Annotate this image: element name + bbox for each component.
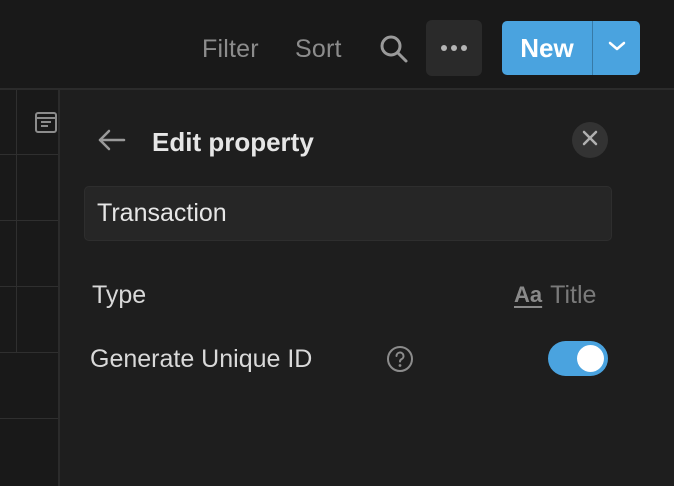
type-value: Title — [550, 280, 597, 309]
new-button[interactable]: New — [502, 21, 592, 75]
grid-row-line — [0, 418, 60, 419]
toggle-knob — [577, 345, 604, 372]
unique-id-toggle[interactable] — [548, 341, 608, 376]
panel-title: Edit property — [152, 127, 314, 157]
close-button[interactable] — [572, 122, 608, 158]
arrow-left-icon[interactable] — [96, 124, 128, 156]
view-toolbar: Filter Sort New — [0, 0, 674, 88]
new-button-group: New — [502, 21, 640, 75]
grid-row-line — [0, 286, 60, 287]
grid-row-line — [0, 352, 60, 353]
grid-column-line — [16, 90, 17, 352]
table-grid-fragment — [0, 90, 60, 486]
question-circle-icon[interactable] — [386, 345, 414, 373]
more-options-button[interactable] — [426, 20, 482, 76]
type-label: Type — [92, 281, 147, 309]
unique-id-label: Generate Unique ID — [90, 345, 313, 373]
new-dropdown-button[interactable] — [593, 21, 640, 75]
search-icon[interactable] — [378, 33, 410, 65]
grid-row-line — [0, 220, 60, 221]
close-icon — [582, 130, 598, 151]
text-type-icon: Aa — [514, 282, 543, 307]
type-selector[interactable]: Aa Title — [514, 278, 596, 312]
chevron-down-icon — [607, 39, 627, 57]
more-horizontal-icon — [440, 39, 468, 57]
grid-row-line — [0, 154, 60, 155]
calendar-list-icon[interactable] — [34, 110, 58, 134]
filter-button[interactable]: Filter — [202, 33, 259, 65]
sort-button[interactable]: Sort — [295, 33, 342, 65]
property-name-input[interactable] — [84, 186, 612, 241]
